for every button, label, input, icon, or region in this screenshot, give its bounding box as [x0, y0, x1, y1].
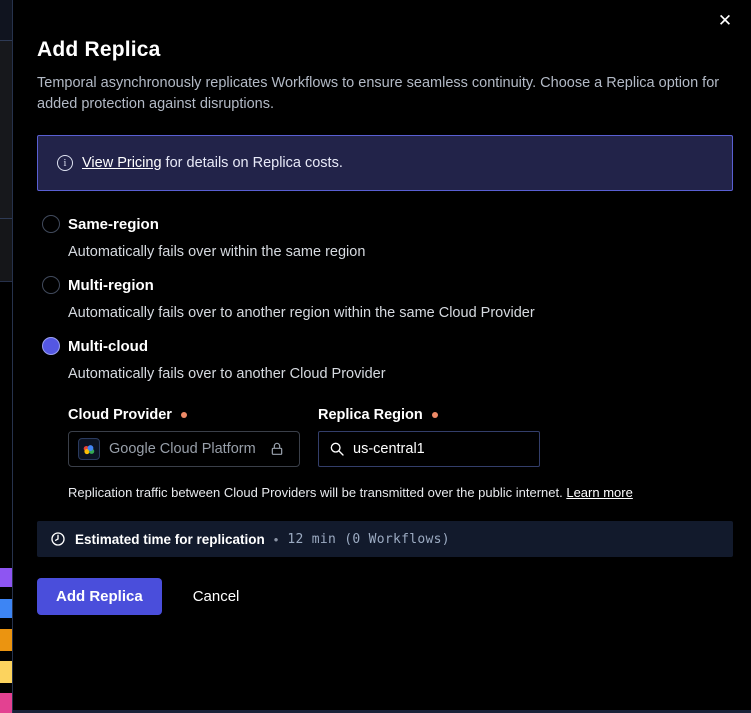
cloud-provider-select[interactable]: Google Cloud Platform	[68, 431, 300, 467]
option-label: Same-region	[68, 216, 159, 233]
background-page-strip	[0, 0, 12, 713]
option-multi-cloud-radio-row[interactable]: Multi-cloud	[42, 337, 733, 355]
option-multi-region-radio-row[interactable]: Multi-region	[42, 276, 733, 294]
replica-region-input-box[interactable]	[318, 431, 540, 467]
pricing-banner-rest: for details on Replica costs.	[162, 155, 343, 171]
radio-unselected-icon[interactable]	[42, 215, 60, 233]
radio-selected-icon[interactable]	[42, 337, 60, 355]
required-dot-icon	[432, 412, 438, 418]
field-label-text: Cloud Provider	[68, 407, 172, 423]
note-text: Replication traffic between Cloud Provid…	[68, 485, 566, 500]
modal-description: Temporal asynchronously replicates Workf…	[37, 73, 733, 115]
modal-title: Add Replica	[37, 38, 733, 62]
replica-region-input[interactable]	[353, 441, 513, 457]
lock-icon	[269, 441, 285, 457]
option-description: Automatically fails over to another Clou…	[68, 364, 733, 384]
background-segment	[0, 219, 12, 282]
option-description: Automatically fails over to another regi…	[68, 303, 733, 323]
option-same-region-radio-row[interactable]: Same-region	[42, 215, 733, 233]
option-label: Multi-cloud	[68, 338, 148, 355]
cloud-provider-label: Cloud Provider	[68, 406, 300, 423]
cloud-provider-field: Cloud Provider Google Cloud P	[68, 406, 300, 467]
pricing-banner-text: View Pricing for details on Replica cost…	[82, 155, 343, 171]
replica-region-field: Replica Region	[318, 406, 540, 467]
background-segment	[0, 41, 12, 219]
close-icon[interactable]: ✕	[713, 8, 737, 32]
background-color-block	[0, 629, 12, 651]
replica-option-group: Same-region Automatically fails over wit…	[37, 215, 733, 500]
estimate-banner: Estimated time for replication • 12 min …	[37, 521, 733, 557]
option-multi-region: Multi-region Automatically fails over to…	[42, 276, 733, 323]
search-icon	[329, 441, 345, 457]
add-replica-modal: ✕ Add Replica Temporal asynchronously re…	[13, 0, 751, 710]
field-label-text: Replica Region	[318, 407, 423, 423]
background-color-block	[0, 693, 12, 713]
required-dot-icon	[181, 412, 187, 418]
gcp-logo-icon	[78, 438, 100, 460]
add-replica-button[interactable]: Add Replica	[37, 578, 162, 615]
background-segment	[0, 0, 12, 41]
view-pricing-link[interactable]: View Pricing	[82, 155, 162, 171]
background-color-block	[0, 599, 12, 618]
estimate-label: Estimated time for replication	[75, 532, 265, 547]
background-color-block	[0, 568, 12, 587]
option-label: Multi-region	[68, 277, 154, 294]
estimate-value: 12 min (0 Workflows)	[287, 532, 450, 547]
learn-more-link[interactable]: Learn more	[566, 485, 632, 500]
dot-separator: •	[274, 532, 279, 547]
public-internet-note: Replication traffic between Cloud Provid…	[68, 485, 733, 500]
multi-cloud-form: Cloud Provider Google Cloud P	[68, 406, 733, 467]
background-color-block	[0, 661, 12, 683]
radio-unselected-icon[interactable]	[42, 276, 60, 294]
option-same-region: Same-region Automatically fails over wit…	[42, 215, 733, 262]
info-icon: i	[57, 155, 73, 171]
modal-actions: Add Replica Cancel	[37, 578, 733, 615]
clock-icon	[50, 531, 66, 547]
replica-region-label: Replica Region	[318, 406, 540, 423]
cancel-button[interactable]: Cancel	[193, 588, 240, 605]
option-multi-cloud: Multi-cloud Automatically fails over to …	[42, 337, 733, 500]
cloud-provider-value: Google Cloud Platform	[109, 441, 256, 457]
option-description: Automatically fails over within the same…	[68, 242, 733, 262]
pricing-info-banner: i View Pricing for details on Replica co…	[37, 135, 733, 191]
